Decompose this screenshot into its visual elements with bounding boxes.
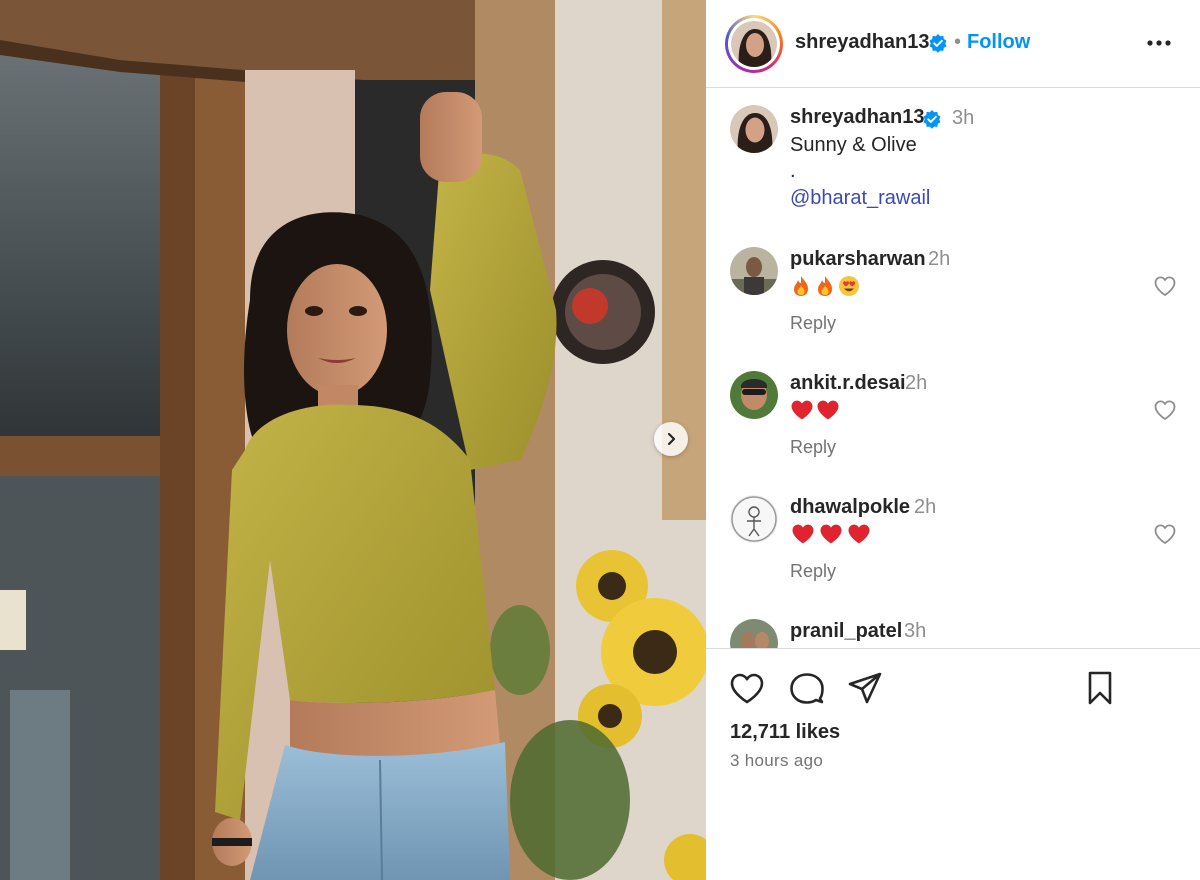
caption-username[interactable]: shreyadhan13 <box>790 106 925 129</box>
comment-item: ankit.r.desai 2h Reply <box>706 371 1200 481</box>
post-media[interactable] <box>0 0 706 880</box>
heart-outline-icon[interactable] <box>1153 522 1177 546</box>
more-horizontal-icon[interactable] <box>1144 32 1174 54</box>
post-timestamp: 3 hours ago <box>730 751 824 770</box>
header-username[interactable]: shreyadhan13 <box>795 31 930 54</box>
caption-time: 3h <box>952 107 975 129</box>
story-ring[interactable] <box>725 15 783 73</box>
comment-bubble-icon[interactable] <box>789 671 825 705</box>
heart-outline-icon[interactable] <box>1153 398 1177 422</box>
follow-button[interactable]: Follow <box>967 31 1030 54</box>
heart-outline-icon[interactable] <box>729 671 765 705</box>
fire-emoji-icon <box>818 276 832 296</box>
comment-item: dhawalpokle 2h Reply <box>706 495 1200 605</box>
next-slide-button[interactable] <box>654 422 688 456</box>
post-side-panel: shreyadhan13 • Follow shreyadhan13 3h Su… <box>706 0 1200 880</box>
red-heart-emoji-icon <box>820 524 842 544</box>
red-heart-emoji-icon <box>817 400 839 420</box>
caption-mention-link[interactable]: @bharat_rawail <box>790 187 930 210</box>
comment-time: 2h <box>928 248 951 270</box>
verified-badge-icon <box>929 34 947 53</box>
comment-time: 2h <box>914 496 937 518</box>
comment-username[interactable]: pukarsharwan <box>790 248 926 271</box>
likes-count[interactable]: 12,711 likes <box>730 721 840 744</box>
red-heart-emoji-icon <box>792 524 814 544</box>
post-actions: 12,711 likes 3 hours ago <box>706 648 1200 880</box>
comment-time: 2h <box>905 372 928 394</box>
chevron-right-icon <box>667 432 676 446</box>
red-heart-emoji-icon <box>848 524 870 544</box>
instagram-post: shreyadhan13 • Follow shreyadhan13 3h Su… <box>0 0 1200 880</box>
heart-eyes-emoji-icon <box>839 276 859 296</box>
avatar <box>731 21 777 67</box>
caption-text-dot: . <box>790 160 796 182</box>
comment-time: 3h <box>904 620 927 642</box>
post-header: shreyadhan13 • Follow <box>706 0 1200 88</box>
commenter-avatar[interactable] <box>730 495 778 543</box>
comment-text <box>790 274 860 298</box>
red-heart-emoji-icon <box>791 400 813 420</box>
reply-button[interactable]: Reply <box>790 313 836 334</box>
reply-button[interactable]: Reply <box>790 561 836 582</box>
comment-text <box>790 522 872 546</box>
comment-text <box>790 398 840 422</box>
commenter-avatar[interactable] <box>730 247 778 295</box>
comment-username[interactable]: ankit.r.desai <box>790 372 906 395</box>
commenter-avatar[interactable] <box>730 371 778 419</box>
verified-badge-icon <box>923 110 941 129</box>
comment-item: pranil_patel 3h <box>706 619 1200 648</box>
paper-plane-icon[interactable] <box>847 671 883 705</box>
reply-button[interactable]: Reply <box>790 437 836 458</box>
comments-list[interactable]: shreyadhan13 3h Sunny & Olive . @bharat_… <box>706 89 1200 648</box>
header-separator: • <box>954 31 962 53</box>
fire-emoji-icon <box>794 276 808 296</box>
caption-text: Sunny & Olive <box>790 134 917 156</box>
caption-avatar[interactable] <box>730 105 778 153</box>
comment-username[interactable]: dhawalpokle <box>790 496 910 519</box>
post-photo <box>0 0 706 880</box>
comment-item: pukarsharwan 2h Reply <box>706 247 1200 357</box>
commenter-avatar[interactable] <box>730 619 778 648</box>
heart-outline-icon[interactable] <box>1153 274 1177 298</box>
comment-username[interactable]: pranil_patel <box>790 620 902 643</box>
bookmark-icon[interactable] <box>1082 671 1118 705</box>
